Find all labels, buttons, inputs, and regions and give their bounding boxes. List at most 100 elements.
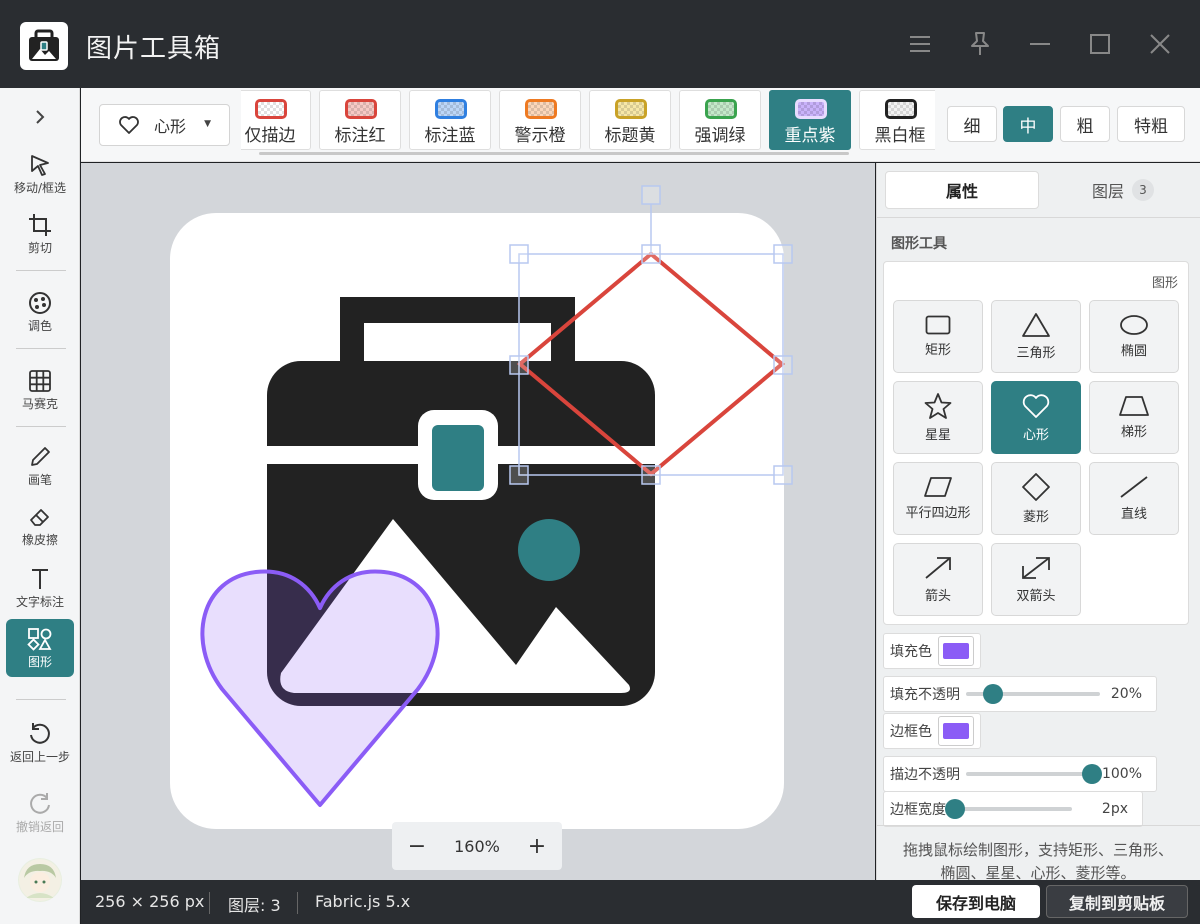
shape-ellipse-button[interactable]: 椭圆	[1089, 300, 1179, 373]
tool-brush[interactable]: 画笔	[6, 438, 74, 494]
border-width-slider-knob[interactable]	[945, 799, 965, 819]
zoom-out-button[interactable]: −	[392, 834, 442, 859]
border-color-picker[interactable]	[938, 716, 974, 746]
shape-type-value: 心形	[154, 117, 187, 136]
tool-label: 文字标注	[15, 594, 64, 609]
tab-layers-label: 图层	[1091, 182, 1124, 201]
fill-opacity-slider[interactable]	[966, 684, 1100, 704]
width-thick-button[interactable]: 粗	[1060, 106, 1110, 142]
maximize-icon[interactable]	[1082, 26, 1118, 62]
chevron-right-icon	[36, 110, 45, 124]
resize-handle[interactable]	[641, 465, 661, 485]
shape-label: 箭头	[924, 589, 951, 604]
trapezoid-icon	[1119, 396, 1149, 416]
panel-divider	[877, 825, 1200, 826]
tool-mosaic[interactable]: 马赛克	[6, 362, 74, 418]
engine-label: Fabric.js 5.x	[315, 892, 411, 911]
shapes-icon	[27, 627, 52, 651]
tool-color-adjust[interactable]: 调色	[6, 284, 74, 340]
resize-handle[interactable]	[509, 465, 529, 485]
resize-handle[interactable]	[773, 244, 793, 264]
double-arrow-icon	[1022, 557, 1050, 579]
tool-label: 图形	[27, 654, 52, 669]
resize-handle[interactable]	[509, 244, 529, 264]
shape-double-arrow-button[interactable]: 双箭头	[991, 543, 1081, 616]
shape-label: 直线	[1120, 507, 1147, 522]
stroke-opacity-slider[interactable]	[966, 764, 1102, 784]
shape-star-button[interactable]: 星星	[893, 381, 983, 454]
resize-handle[interactable]	[773, 355, 793, 375]
redo-button[interactable]: 撤销返回	[6, 784, 74, 840]
editor-canvas[interactable]: − 160% +	[81, 163, 875, 880]
width-thin-button[interactable]: 细	[947, 106, 997, 142]
arrow-icon	[925, 557, 951, 579]
canvas-drawing[interactable]	[81, 163, 875, 880]
status-divider	[209, 892, 210, 914]
preset-swatch	[345, 99, 377, 119]
shape-heart-button[interactable]: 心形	[991, 381, 1081, 454]
preset-outline-only[interactable]: 仅描边	[241, 90, 311, 150]
title-bar: 图片工具箱	[0, 0, 1200, 88]
preset-blue[interactable]: 标注蓝	[409, 90, 491, 150]
resize-handle[interactable]	[773, 465, 793, 485]
app-title: 图片工具箱	[86, 34, 222, 64]
preset-label: 仅描边	[244, 126, 296, 146]
rotate-handle[interactable]	[641, 185, 661, 205]
border-width-value: 2px	[1101, 801, 1128, 817]
shape-trapezoid-button[interactable]: 梯形	[1089, 381, 1179, 454]
shape-label: 心形	[1022, 428, 1049, 443]
tool-shapes[interactable]: 图形	[6, 619, 74, 677]
menu-icon[interactable]	[902, 26, 938, 62]
undo-button[interactable]: 返回上一步	[6, 714, 74, 770]
preset-orange[interactable]: 警示橙	[499, 90, 581, 150]
preset-yellow[interactable]: 标题黄	[589, 90, 671, 150]
stroke-opacity-slider-knob[interactable]	[1082, 764, 1102, 784]
preset-strip-scrollbar[interactable]	[259, 152, 849, 155]
user-avatar-icon	[19, 859, 61, 901]
zoom-level: 160%	[454, 836, 500, 856]
user-avatar[interactable]	[18, 858, 62, 902]
border-color-swatch	[943, 723, 969, 739]
shape-rectangle-button[interactable]: 矩形	[893, 300, 983, 373]
tab-properties[interactable]: 属性	[885, 171, 1039, 209]
preset-swatch	[705, 99, 737, 119]
minimize-icon[interactable]	[1022, 26, 1058, 62]
shape-triangle-button[interactable]: 三角形	[991, 300, 1081, 373]
copy-to-clipboard-button[interactable]: 复制到剪贴板	[1046, 885, 1188, 918]
pin-icon[interactable]	[962, 26, 998, 62]
tool-crop[interactable]: 剪切	[6, 206, 74, 262]
shape-diamond-button[interactable]: 菱形	[991, 462, 1081, 535]
preset-red[interactable]: 标注红	[319, 90, 401, 150]
fill-opacity-slider-knob[interactable]	[982, 684, 1003, 704]
shape-parallelogram-button[interactable]: 平行四边形	[893, 462, 983, 535]
resize-handle[interactable]	[509, 355, 529, 375]
width-extra-thick-button[interactable]: 特粗	[1117, 106, 1185, 142]
shape-label: 梯形	[1120, 425, 1147, 440]
expand-sidebar-button[interactable]	[6, 92, 74, 142]
tool-eraser[interactable]: 橡皮擦	[6, 498, 74, 554]
save-to-computer-button[interactable]: 保存到电脑	[912, 885, 1040, 918]
stroke-opacity-value: 100%	[1101, 766, 1142, 782]
shape-arrow-button[interactable]: 箭头	[893, 543, 983, 616]
preset-black-white[interactable]: 黑白框	[859, 90, 935, 150]
fill-color-picker[interactable]	[938, 636, 974, 666]
border-color-label: 边框色	[890, 724, 932, 740]
preset-green[interactable]: 强调绿	[679, 90, 761, 150]
preset-purple[interactable]: 重点紫	[769, 90, 851, 150]
undo-icon	[30, 722, 50, 744]
shape-label: 矩形	[924, 343, 951, 358]
rectangle-icon	[925, 315, 951, 335]
resize-handle[interactable]	[641, 244, 661, 264]
grid-icon	[29, 369, 51, 392]
tool-text[interactable]: 文字标注	[6, 560, 74, 616]
preset-label: 黑白框	[874, 126, 926, 146]
width-medium-button[interactable]: 中	[1003, 106, 1053, 142]
shape-type-dropdown[interactable]: 心形 ▼	[99, 104, 230, 146]
zoom-in-button[interactable]: +	[512, 834, 562, 859]
shape-line-button[interactable]: 直线	[1089, 462, 1179, 535]
close-icon[interactable]	[1142, 26, 1178, 62]
redo-icon	[30, 792, 50, 814]
tab-layers[interactable]: 图层 3	[1053, 171, 1193, 209]
tool-move-select[interactable]: 移动/框选	[6, 146, 74, 202]
border-width-slider[interactable]	[945, 799, 1072, 819]
